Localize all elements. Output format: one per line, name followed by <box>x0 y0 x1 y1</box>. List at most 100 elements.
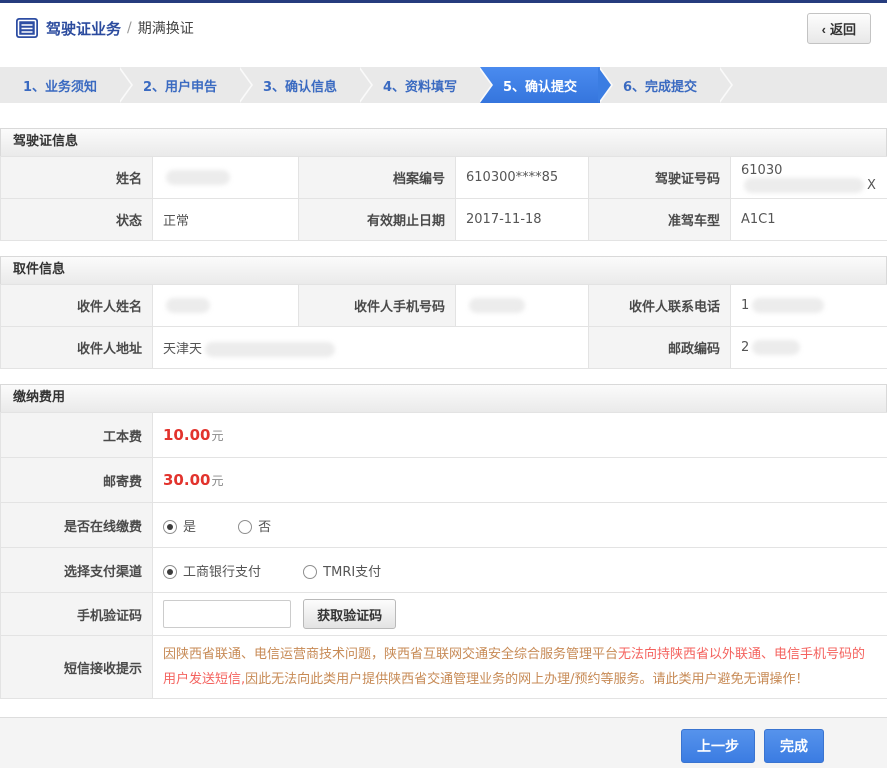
postage-unit: 元 <box>211 474 224 488</box>
table-row: 是否在线缴费 是 否 <box>0 502 887 548</box>
recipient-mobile-label: 收件人手机号码 <box>298 284 456 327</box>
sms-notice-label: 短信接收提示 <box>0 635 153 699</box>
wizard-step-3-label: 3、确认信息 <box>262 79 338 95</box>
wizard-step-4: 4、资料填写 <box>360 67 493 103</box>
sms-notice-text: 因陕西省联通、电信运营商技术问题，陕西省互联网交通安全综合服务管理平台无法向持陕… <box>163 636 887 698</box>
sms-code-input[interactable] <box>163 600 291 628</box>
back-button[interactable]: ‹ 返回 <box>806 12 871 44</box>
notice-part-3: 因此无法向此类用户提供陕西省交通管理业务的网上办理/预约等服务。请此类用户避免无… <box>245 672 809 687</box>
table-row: 姓名 档案编号 610300****85 驾驶证号码 61030 X <box>0 156 887 199</box>
channel-icbc-option[interactable]: 工商银行支付 <box>163 564 261 580</box>
wizard-step-1: 1、业务须知 <box>0 67 133 103</box>
expiry-value: 2017-11-18 <box>455 198 589 241</box>
table-row: 收件人地址 天津天 邮政编码 2 <box>0 326 887 369</box>
name-value <box>152 156 299 199</box>
zip-code-value: 2 <box>730 326 887 369</box>
wizard-step-6: 6、完成提交 <box>600 67 733 103</box>
file-number-value: 610300****85 <box>455 156 589 199</box>
wizard-step-5-label: 5、确认提交 <box>502 79 578 95</box>
recipient-phone-label: 收件人联系电话 <box>588 284 731 327</box>
pickup-info-table: 收件人姓名 收件人手机号码 收件人联系电话 1 收件人地址 天津天 邮政编码 2 <box>0 284 887 369</box>
vehicle-class-label: 准驾车型 <box>588 198 731 241</box>
back-button-label: 返回 <box>829 21 856 37</box>
license-section-title: 驾驶证信息 <box>0 128 887 156</box>
wizard-step-3: 3、确认信息 <box>240 67 373 103</box>
wizard-step-1-label: 1、业务须知 <box>22 79 98 95</box>
vehicle-class-value: A1C1 <box>730 198 887 241</box>
online-yes-label: 是 <box>183 519 197 535</box>
breadcrumb-separator: / <box>127 20 132 36</box>
payment-channel-options: 工商银行支付 TMRI支付 <box>152 547 887 593</box>
table-row: 短信接收提示 因陕西省联通、电信运营商技术问题，陕西省互联网交通安全综合服务管理… <box>0 635 887 699</box>
online-no-option[interactable]: 否 <box>238 519 272 535</box>
wizard-step-2: 2、用户申告 <box>120 67 253 103</box>
license-number-value: 61030 X <box>730 156 887 199</box>
redacted-address <box>205 342 336 357</box>
zip-prefix: 2 <box>741 340 750 355</box>
license-number-label: 驾驶证号码 <box>588 156 731 199</box>
sms-code-field: 获取验证码 <box>152 592 887 636</box>
redacted-recipient-name <box>166 298 210 313</box>
redacted-name <box>166 170 230 185</box>
postage-fee-value: 30.00元 <box>152 457 887 503</box>
channel-tmri-label: TMRI支付 <box>323 564 382 580</box>
step-wizard: 1、业务须知 2、用户申告 3、确认信息 4、资料填写 5、确认提交 6、完成提… <box>0 67 887 103</box>
redacted-phone <box>752 298 825 313</box>
redacted-zip <box>752 340 801 355</box>
previous-step-button[interactable]: 上一步 <box>681 729 755 763</box>
table-row: 状态 正常 有效期止日期 2017-11-18 准驾车型 A1C1 <box>0 198 887 241</box>
status-value: 正常 <box>152 198 299 241</box>
table-row: 邮寄费 30.00元 <box>0 457 887 503</box>
cost-fee-value: 10.00元 <box>152 412 887 458</box>
pickup-info-section: 取件信息 收件人姓名 收件人手机号码 收件人联系电话 1 收件人地址 天津天 邮… <box>0 256 887 369</box>
recipient-mobile-value <box>455 284 589 327</box>
fees-section: 缴纳费用 工本费 10.00元 邮寄费 30.00元 是否在线缴费 是 否 选择… <box>0 384 887 699</box>
wizard-step-5-active: 5、确认提交 <box>480 67 613 103</box>
license-number-prefix: 61030 <box>741 162 783 178</box>
name-label: 姓名 <box>0 156 153 199</box>
get-code-button[interactable]: 获取验证码 <box>303 599 397 629</box>
online-yes-option[interactable]: 是 <box>163 519 197 535</box>
cost-unit: 元 <box>211 429 224 443</box>
pickup-section-title: 取件信息 <box>0 256 887 284</box>
footer-action-bar: 上一步 完成 <box>0 717 887 768</box>
license-info-section: 驾驶证信息 姓名 档案编号 610300****85 驾驶证号码 61030 X … <box>0 128 887 241</box>
finish-button[interactable]: 完成 <box>764 729 824 763</box>
expiry-label: 有效期止日期 <box>298 198 456 241</box>
recipient-name-label: 收件人姓名 <box>0 284 153 327</box>
file-number-label: 档案编号 <box>298 156 456 199</box>
sms-notice-value: 因陕西省联通、电信运营商技术问题，陕西省互联网交通安全综合服务管理平台无法向持陕… <box>152 635 887 699</box>
radio-unselected-icon[interactable] <box>303 564 318 579</box>
license-number-suffix: X <box>867 177 876 193</box>
license-info-table: 姓名 档案编号 610300****85 驾驶证号码 61030 X 状态 正常 … <box>0 156 887 241</box>
radio-unselected-icon[interactable] <box>238 519 253 534</box>
online-payment-options: 是 否 <box>152 502 887 548</box>
channel-tmri-option[interactable]: TMRI支付 <box>303 564 382 580</box>
zip-code-label: 邮政编码 <box>588 326 731 369</box>
recipient-address-value: 天津天 <box>152 326 589 369</box>
table-row: 手机验证码 获取验证码 <box>0 592 887 636</box>
postage-fee-label: 邮寄费 <box>0 457 153 503</box>
address-prefix: 天津天 <box>163 342 203 357</box>
license-business-icon <box>16 18 38 38</box>
fees-section-title: 缴纳费用 <box>0 384 887 412</box>
fees-table: 工本费 10.00元 邮寄费 30.00元 是否在线缴费 是 否 选择支付渠道 … <box>0 412 887 699</box>
breadcrumb-current: 期满换证 <box>137 21 194 37</box>
cost-amount: 10.00 <box>163 426 211 444</box>
redacted-mobile <box>469 298 525 313</box>
table-row: 工本费 10.00元 <box>0 412 887 458</box>
radio-selected-icon[interactable] <box>163 564 177 579</box>
page-title: 驾驶证业务 <box>46 19 122 38</box>
wizard-step-4-label: 4、资料填写 <box>382 79 458 95</box>
online-payment-label: 是否在线缴费 <box>0 502 153 548</box>
radio-selected-icon[interactable] <box>163 519 177 534</box>
postage-amount: 30.00 <box>163 471 211 489</box>
cost-fee-label: 工本费 <box>0 412 153 458</box>
payment-channel-label: 选择支付渠道 <box>0 547 153 593</box>
table-row: 收件人姓名 收件人手机号码 收件人联系电话 1 <box>0 284 887 327</box>
recipient-address-label: 收件人地址 <box>0 326 153 369</box>
online-no-label: 否 <box>258 519 272 535</box>
back-chevron-icon: ‹ <box>821 21 826 37</box>
recipient-phone-value: 1 <box>730 284 887 327</box>
wizard-step-2-label: 2、用户申告 <box>142 79 218 95</box>
